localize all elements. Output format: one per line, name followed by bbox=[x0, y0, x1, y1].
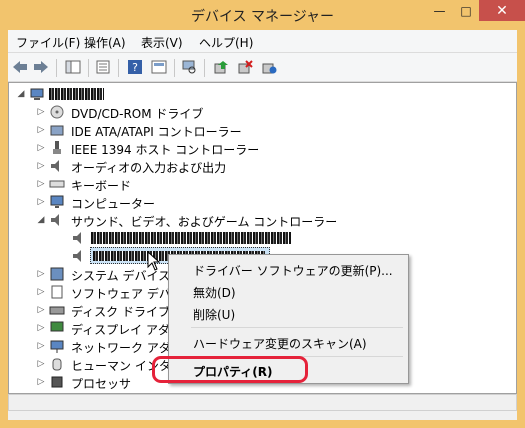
menu-bar: ファイル(F) 操作(A) 表示(V) ヘルプ(H) bbox=[8, 30, 517, 52]
redacted-device-name bbox=[91, 232, 291, 244]
title-bar[interactable]: デバイス マネージャー — □ ✕ bbox=[0, 0, 525, 30]
processor-icon bbox=[49, 374, 65, 390]
menu-view[interactable]: 表示(V) bbox=[141, 34, 183, 51]
hid-icon bbox=[49, 356, 65, 372]
collapse-arrow-icon[interactable]: ◢ bbox=[17, 88, 25, 100]
menu-help[interactable]: ヘルプ(H) bbox=[199, 34, 253, 51]
context-disable[interactable]: 無効(D) bbox=[193, 284, 236, 304]
tree-item-sound-video-game[interactable]: ◢ サウンド、ビデオ、およびゲーム コントローラー bbox=[9, 211, 516, 229]
tree-subitem-audio-device-1[interactable] bbox=[9, 229, 516, 247]
menu-file[interactable]: ファイル(F) bbox=[16, 34, 80, 51]
tree-item-ide[interactable]: ▷ IDE ATA/ATAPI コントローラー bbox=[9, 121, 516, 139]
tree-item-ieee1394[interactable]: ▷ IEEE 1394 ホスト コントローラー bbox=[9, 139, 516, 157]
tree-item-label: オーディオの入力および出力 bbox=[71, 161, 227, 175]
tree-item-dvd[interactable]: ▷ DVD/CD-ROM ドライブ bbox=[9, 103, 516, 121]
tree-item-label: プロセッサ bbox=[71, 377, 132, 391]
horizontal-scrollbar[interactable] bbox=[8, 394, 517, 411]
help-icon[interactable]: ? bbox=[126, 59, 144, 75]
toolbar-separator bbox=[56, 59, 57, 77]
monitor-icon bbox=[49, 194, 65, 210]
system-device-icon bbox=[49, 266, 65, 282]
redacted-computer-name bbox=[49, 88, 104, 100]
svg-text:?: ? bbox=[132, 61, 138, 74]
tree-item-label: コンピューター bbox=[71, 197, 156, 211]
forward-icon[interactable] bbox=[32, 59, 50, 75]
expand-arrow-icon[interactable]: ▷ bbox=[37, 106, 45, 118]
tree-item-audio-io[interactable]: ▷ オーディオの入力および出力 bbox=[9, 157, 516, 175]
device-window-icon[interactable] bbox=[150, 59, 168, 75]
collapse-arrow-icon[interactable]: ◢ bbox=[37, 214, 45, 226]
context-uninstall[interactable]: 削除(U) bbox=[193, 306, 235, 326]
expand-arrow-icon[interactable]: ▷ bbox=[37, 322, 45, 334]
toolbar-separator bbox=[174, 59, 175, 77]
computer-scan-icon[interactable] bbox=[180, 59, 198, 75]
expand-arrow-icon[interactable]: ▷ bbox=[37, 376, 45, 388]
tree-item-label: DVD/CD-ROM ドライブ bbox=[71, 107, 204, 121]
speaker-icon bbox=[49, 212, 65, 228]
computer-icon bbox=[29, 86, 45, 102]
tree-item-label: IEEE 1394 ホスト コントローラー bbox=[71, 143, 260, 157]
tree-item-computer[interactable]: ▷ コンピューター bbox=[9, 193, 516, 211]
context-update-driver[interactable]: ドライバー ソフトウェアの更新(P)... bbox=[193, 262, 393, 282]
update-driver-icon[interactable] bbox=[212, 59, 230, 75]
device-manager-window: デバイス マネージャー — □ ✕ ファイル(F) 操作(A) 表示(V) ヘル… bbox=[0, 0, 525, 428]
ieee1394-connector-icon bbox=[49, 140, 65, 156]
menu-action[interactable]: 操作(A) bbox=[84, 34, 126, 51]
tree-item-keyboard[interactable]: ▷ キーボード bbox=[9, 175, 516, 193]
expand-arrow-icon[interactable]: ▷ bbox=[37, 178, 45, 190]
network-adapter-icon bbox=[49, 338, 65, 354]
expand-arrow-icon[interactable]: ▷ bbox=[37, 286, 45, 298]
speaker-icon bbox=[49, 158, 65, 174]
mouse-cursor-icon bbox=[147, 251, 161, 271]
expand-arrow-icon[interactable]: ▷ bbox=[37, 304, 45, 316]
tree-item-label: IDE ATA/ATAPI コントローラー bbox=[71, 125, 242, 139]
disk-drive-icon bbox=[49, 302, 65, 318]
ide-controller-icon bbox=[49, 122, 65, 138]
expand-arrow-icon[interactable]: ▷ bbox=[37, 124, 45, 136]
show-hide-console-tree-icon[interactable] bbox=[64, 59, 82, 75]
tree-item-label: ディスク ドライブ bbox=[71, 305, 170, 319]
menu-separator bbox=[191, 327, 403, 328]
tree-item-label: サウンド、ビデオ、およびゲーム コントローラー bbox=[71, 215, 338, 229]
tree-root[interactable]: ◢ bbox=[9, 85, 516, 103]
expand-arrow-icon[interactable]: ▷ bbox=[37, 268, 45, 280]
speaker-icon bbox=[71, 230, 87, 246]
display-adapter-icon bbox=[49, 320, 65, 336]
close-button[interactable]: ✕ bbox=[479, 0, 525, 21]
disable-device-icon[interactable] bbox=[236, 59, 254, 75]
toolbar: ? bbox=[8, 52, 517, 82]
expand-arrow-icon[interactable]: ▷ bbox=[37, 358, 45, 370]
software-device-icon bbox=[49, 284, 65, 300]
expand-arrow-icon[interactable]: ▷ bbox=[37, 196, 45, 208]
tree-item-label: キーボード bbox=[71, 179, 132, 193]
back-icon[interactable] bbox=[11, 59, 29, 75]
dvd-drive-icon bbox=[49, 104, 65, 120]
properties-icon[interactable] bbox=[94, 59, 112, 75]
properties-highlight-ring bbox=[152, 356, 308, 383]
expand-arrow-icon[interactable]: ▷ bbox=[37, 160, 45, 172]
expand-arrow-icon[interactable]: ▷ bbox=[37, 142, 45, 154]
maximize-button[interactable]: □ bbox=[453, 0, 479, 21]
speaker-icon bbox=[71, 248, 87, 264]
toolbar-separator bbox=[204, 59, 205, 77]
minimize-button[interactable]: — bbox=[426, 0, 453, 21]
status-bar bbox=[8, 411, 517, 420]
toolbar-separator bbox=[118, 59, 119, 77]
context-scan-hardware[interactable]: ハードウェア変更のスキャン(A) bbox=[193, 335, 367, 355]
keyboard-icon bbox=[49, 176, 65, 192]
uninstall-device-icon[interactable] bbox=[260, 59, 278, 75]
expand-arrow-icon[interactable]: ▷ bbox=[37, 340, 45, 352]
toolbar-separator bbox=[88, 59, 89, 77]
